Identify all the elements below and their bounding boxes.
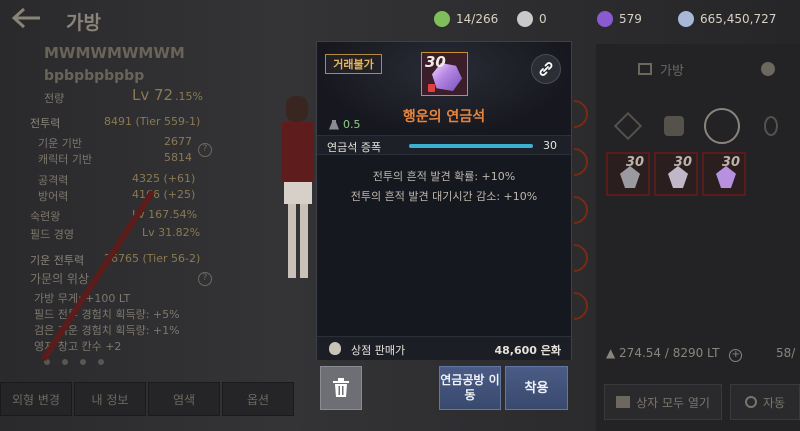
item-detail-popup: 거래불가 30 행운의 연금석 0.5 연금석 증폭 30 전투의 흔적 발견 … (316, 41, 572, 360)
discard-button[interactable] (320, 366, 362, 410)
sell-price-value: 48,600 은화 (494, 344, 561, 357)
sell-price-label: 상점 판매가 (351, 344, 406, 357)
untradeable-badge: 거래불가 (325, 54, 382, 74)
stat-label: 연금석 증폭 (327, 141, 382, 154)
item-weight: 0.5 (329, 118, 361, 131)
money-bag-icon (329, 342, 341, 355)
sell-price-row: 상점 판매가 48,600 은화 (317, 336, 571, 360)
weight-icon (329, 119, 339, 130)
effect-line: 전투의 흔적 발견 대기시간 감소: +10% (350, 190, 538, 203)
stat-bar (409, 144, 533, 148)
trash-icon (333, 378, 349, 397)
link-button[interactable] (531, 54, 561, 84)
stat-bar-fill (409, 144, 533, 148)
item-count: 30 (425, 53, 446, 71)
stat-row: 연금석 증폭 30 (317, 135, 571, 155)
item-weight-value: 0.5 (343, 118, 361, 131)
effect-line: 전투의 흔적 발견 확률: +10% (372, 170, 516, 183)
lock-icon (428, 84, 435, 92)
item-icon: 30 (421, 52, 468, 96)
go-to-alchemy-workshop-button[interactable]: 연금공방 이동 (439, 366, 501, 410)
stat-value: 30 (543, 139, 557, 152)
equip-button[interactable]: 착용 (505, 366, 568, 410)
link-icon (539, 62, 553, 76)
